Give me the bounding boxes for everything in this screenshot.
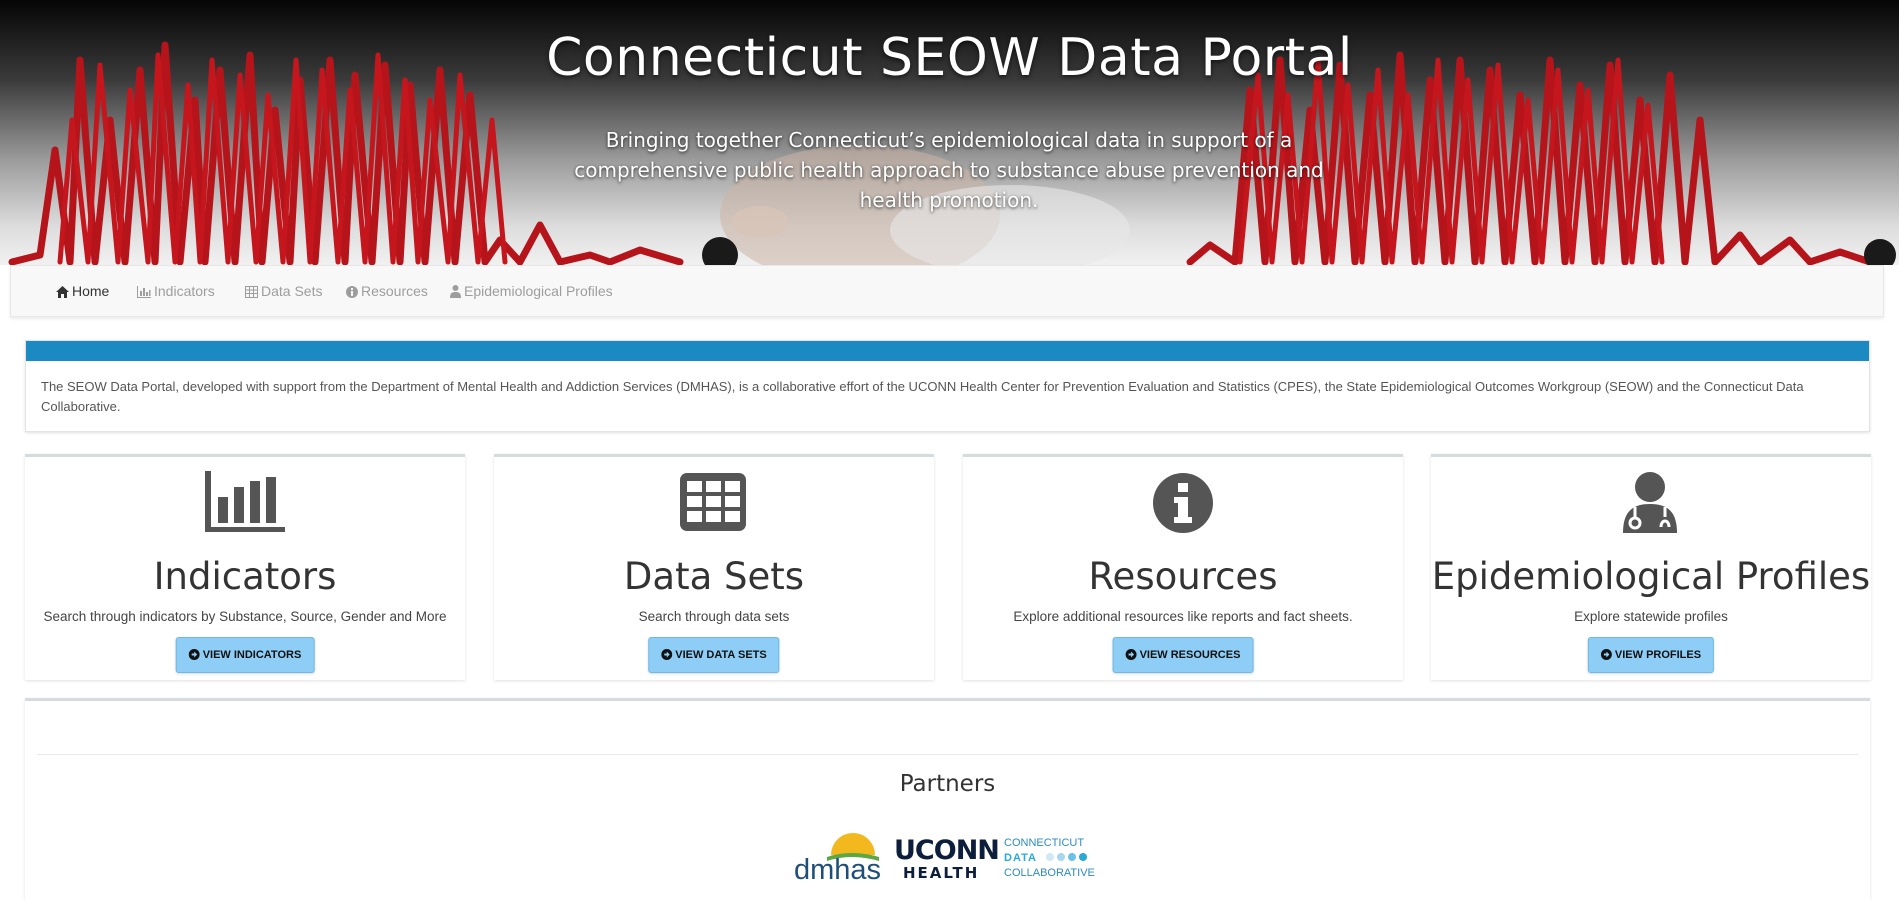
nav-item-resources[interactable]: Resources bbox=[346, 283, 428, 299]
main-navbar: Home Indicators Data Sets Resources Epid… bbox=[10, 265, 1884, 317]
ctdata-line2: DATA bbox=[1004, 852, 1037, 864]
user-md-icon bbox=[1623, 472, 1677, 533]
nav-item-epidemiological-profiles[interactable]: Epidemiological Profiles bbox=[450, 283, 613, 299]
bar-chart-icon bbox=[205, 471, 285, 532]
table-icon bbox=[680, 473, 746, 531]
arrow-circle-right-icon bbox=[661, 649, 673, 660]
card-description: Explore additional resources like report… bbox=[1013, 609, 1353, 624]
arrow-circle-right-icon bbox=[1600, 649, 1612, 660]
card-description: Search through data sets bbox=[638, 609, 790, 624]
nav-item-label: Resources bbox=[361, 283, 428, 299]
button-label: VIEW PROFILES bbox=[1614, 649, 1702, 661]
nav-item-data-sets[interactable]: Data Sets bbox=[245, 283, 322, 299]
nav-item-label: Home bbox=[72, 283, 110, 299]
view-profiles-button[interactable]: VIEW PROFILES bbox=[1587, 637, 1715, 673]
partners-title: Partners bbox=[899, 771, 996, 797]
card-epidemiological-profiles: Epidemiological Profiles Explore statewi… bbox=[1431, 454, 1871, 680]
arrow-circle-right-icon bbox=[188, 649, 200, 660]
nav-item-indicators[interactable]: Indicators bbox=[137, 283, 215, 299]
nav-item-home[interactable]: Home bbox=[56, 283, 109, 299]
ctdata-line3: COLLABORATIVE bbox=[1004, 867, 1095, 879]
ctdata-line1: CONNECTICUT bbox=[1004, 837, 1084, 849]
nav-item-label: Epidemiological Profiles bbox=[464, 283, 613, 299]
button-label: VIEW RESOURCES bbox=[1139, 649, 1241, 661]
home-icon bbox=[56, 286, 69, 298]
card-title: Epidemiological Profiles bbox=[1431, 555, 1871, 598]
dmhas-logo-text: dmhas bbox=[794, 854, 881, 885]
panel-header-bar bbox=[26, 341, 1869, 361]
uconn-logo-text: UCONN bbox=[894, 835, 999, 866]
bar-chart-icon bbox=[137, 286, 151, 298]
card-description: Search through indicators by Substance, … bbox=[43, 609, 447, 624]
nav-item-label: Indicators bbox=[154, 283, 215, 299]
card-title: Data Sets bbox=[623, 555, 805, 598]
view-resources-button[interactable]: VIEW RESOURCES bbox=[1112, 637, 1254, 673]
arrow-circle-right-icon bbox=[1125, 649, 1137, 660]
view-indicators-button[interactable]: VIEW INDICATORS bbox=[175, 637, 315, 673]
view-data-sets-button[interactable]: VIEW DATA SETS bbox=[648, 637, 780, 673]
button-label: VIEW INDICATORS bbox=[202, 649, 302, 661]
ct-data-collaborative-logo[interactable]: CONNECTICUT DATA COLLABORATIVE bbox=[1002, 835, 1102, 881]
button-label: VIEW DATA SETS bbox=[675, 649, 767, 661]
table-icon bbox=[245, 286, 258, 298]
dmhas-logo[interactable]: dmhas bbox=[793, 827, 883, 885]
nav-item-label: Data Sets bbox=[261, 283, 323, 299]
info-icon bbox=[346, 286, 358, 298]
card-title: Resources bbox=[1088, 555, 1278, 598]
divider bbox=[37, 754, 1858, 755]
card-indicators: Indicators Search through indicators by … bbox=[25, 454, 465, 680]
card-data-sets: Data Sets Search through data sets VIEW … bbox=[494, 454, 934, 680]
partners-section: Partners dmhas UCONN HEALTH CONNECTICUT … bbox=[25, 698, 1870, 900]
card-description: Explore statewide profiles bbox=[1574, 609, 1728, 624]
page-subtitle: Bringing together Connecticut’s epidemio… bbox=[574, 128, 1324, 212]
hero-banner: Connecticut SEOW Data Portal Bringing to… bbox=[0, 0, 1899, 265]
health-logo-text: HEALTH bbox=[903, 864, 979, 881]
user-md-icon bbox=[450, 285, 461, 298]
card-title: Indicators bbox=[153, 555, 337, 598]
uconn-health-logo[interactable]: UCONN HEALTH bbox=[893, 831, 1005, 881]
about-panel: The SEOW Data Portal, developed with sup… bbox=[25, 340, 1870, 432]
info-circle-icon bbox=[1153, 473, 1213, 533]
about-text: The SEOW Data Portal, developed with sup… bbox=[41, 379, 1804, 414]
page-title: Connecticut SEOW Data Portal bbox=[546, 28, 1353, 88]
card-resources: Resources Explore additional resources l… bbox=[963, 454, 1403, 680]
